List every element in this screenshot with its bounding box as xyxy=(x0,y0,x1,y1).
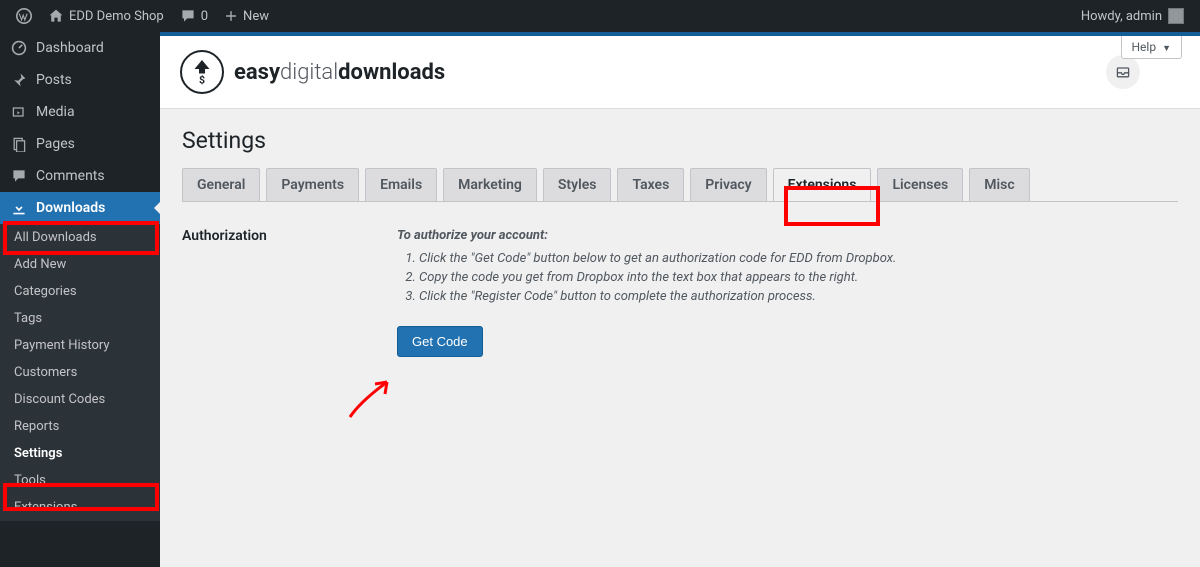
sidebar-subitem-tools[interactable]: Tools xyxy=(0,467,160,494)
sidebar-subitem-discount-codes[interactable]: Discount Codes xyxy=(0,386,160,413)
content-area: $ easydigitaldownloads Help ▼ Settings G… xyxy=(160,32,1200,567)
authorization-step: Click the "Get Code" button below to get… xyxy=(419,251,1178,266)
help-label: Help xyxy=(1132,40,1157,54)
edd-logo: $ xyxy=(180,50,224,94)
tab-general[interactable]: General xyxy=(182,168,260,201)
sidebar-subitem-extensions[interactable]: Extensions xyxy=(0,494,160,521)
brand-bar: $ easydigitaldownloads Help ▼ xyxy=(160,36,1200,109)
tab-marketing[interactable]: Marketing xyxy=(443,168,537,201)
pin-icon xyxy=(10,72,28,88)
sidebar-subitem-payment-history[interactable]: Payment History xyxy=(0,332,160,359)
dashboard-icon xyxy=(10,40,28,56)
authorization-steps: Click the "Get Code" button below to get… xyxy=(397,251,1178,304)
sidebar-subitem-add-new[interactable]: Add New xyxy=(0,251,160,278)
wp-logo[interactable] xyxy=(8,0,40,32)
sidebar-item-label: Posts xyxy=(36,72,72,88)
section-authorization-label: Authorization xyxy=(182,228,397,357)
sidebar-item-label: Pages xyxy=(36,136,75,152)
tab-taxes[interactable]: Taxes xyxy=(617,168,684,201)
get-code-button[interactable]: Get Code xyxy=(397,326,483,357)
sidebar-item-pages[interactable]: Pages xyxy=(0,128,160,160)
sidebar-item-media[interactable]: Media xyxy=(0,96,160,128)
sidebar-item-downloads[interactable]: Downloads xyxy=(0,192,160,224)
admin-sidebar: Dashboard Posts Media Pages Comments Downloa… xyxy=(0,32,160,567)
sidebar-subitem-settings[interactable]: Settings xyxy=(0,440,160,467)
page-title: Settings xyxy=(182,127,1178,154)
sidebar-subitem-tags[interactable]: Tags xyxy=(0,305,160,332)
sidebar-item-label: Downloads xyxy=(36,200,105,216)
new-label: New xyxy=(243,9,269,24)
annotation-arrow xyxy=(345,372,405,422)
tab-payments[interactable]: Payments xyxy=(266,168,359,201)
sidebar-item-posts[interactable]: Posts xyxy=(0,64,160,96)
admin-bar: EDD Demo Shop 0 New Howdy, admin xyxy=(0,0,1200,32)
tab-styles[interactable]: Styles xyxy=(543,168,612,201)
sidebar-item-label: Media xyxy=(36,104,75,120)
pages-icon xyxy=(10,136,28,152)
comments-link[interactable]: 0 xyxy=(172,0,216,32)
account-link[interactable]: Howdy, admin xyxy=(1073,0,1192,32)
authorization-intro: To authorize your account: xyxy=(397,228,1178,243)
sidebar-submenu: All DownloadsAdd NewCategoriesTagsPaymen… xyxy=(0,224,160,521)
tab-emails[interactable]: Emails xyxy=(365,168,437,201)
download-icon xyxy=(10,200,28,216)
sidebar-subitem-categories[interactable]: Categories xyxy=(0,278,160,305)
sidebar-subitem-customers[interactable]: Customers xyxy=(0,359,160,386)
sidebar-item-label: Dashboard xyxy=(36,40,104,56)
svg-text:$: $ xyxy=(199,73,205,86)
avatar xyxy=(1168,8,1184,24)
inbox-button[interactable] xyxy=(1106,55,1140,89)
tab-misc[interactable]: Misc xyxy=(969,168,1029,201)
comments-count: 0 xyxy=(201,9,208,24)
tab-privacy[interactable]: Privacy xyxy=(690,168,766,201)
inbox-icon xyxy=(1115,64,1131,80)
site-name-text: EDD Demo Shop xyxy=(69,9,164,24)
site-name-link[interactable]: EDD Demo Shop xyxy=(40,0,172,32)
new-content-link[interactable]: New xyxy=(216,0,277,32)
media-icon xyxy=(10,104,28,120)
greeting-text: Howdy, admin xyxy=(1081,9,1162,24)
tab-licenses[interactable]: Licenses xyxy=(877,168,963,201)
sidebar-item-label: Comments xyxy=(36,168,105,184)
sidebar-item-comments[interactable]: Comments xyxy=(0,160,160,192)
sidebar-subitem-reports[interactable]: Reports xyxy=(0,413,160,440)
sidebar-subitem-all-downloads[interactable]: All Downloads xyxy=(0,224,160,251)
authorization-step: Copy the code you get from Dropbox into … xyxy=(419,270,1178,285)
settings-tabs: GeneralPaymentsEmailsMarketingStylesTaxe… xyxy=(182,168,1178,202)
authorization-description: To authorize your account: Click the "Ge… xyxy=(397,228,1178,357)
authorization-step: Click the "Register Code" button to comp… xyxy=(419,289,1178,304)
help-tab[interactable]: Help ▼ xyxy=(1121,36,1183,59)
tab-extensions[interactable]: Extensions xyxy=(773,168,872,201)
sidebar-item-dashboard[interactable]: Dashboard xyxy=(0,32,160,64)
brand-text: easydigitaldownloads xyxy=(234,60,445,85)
chevron-down-icon: ▼ xyxy=(1162,44,1171,54)
comments-icon xyxy=(10,168,28,184)
